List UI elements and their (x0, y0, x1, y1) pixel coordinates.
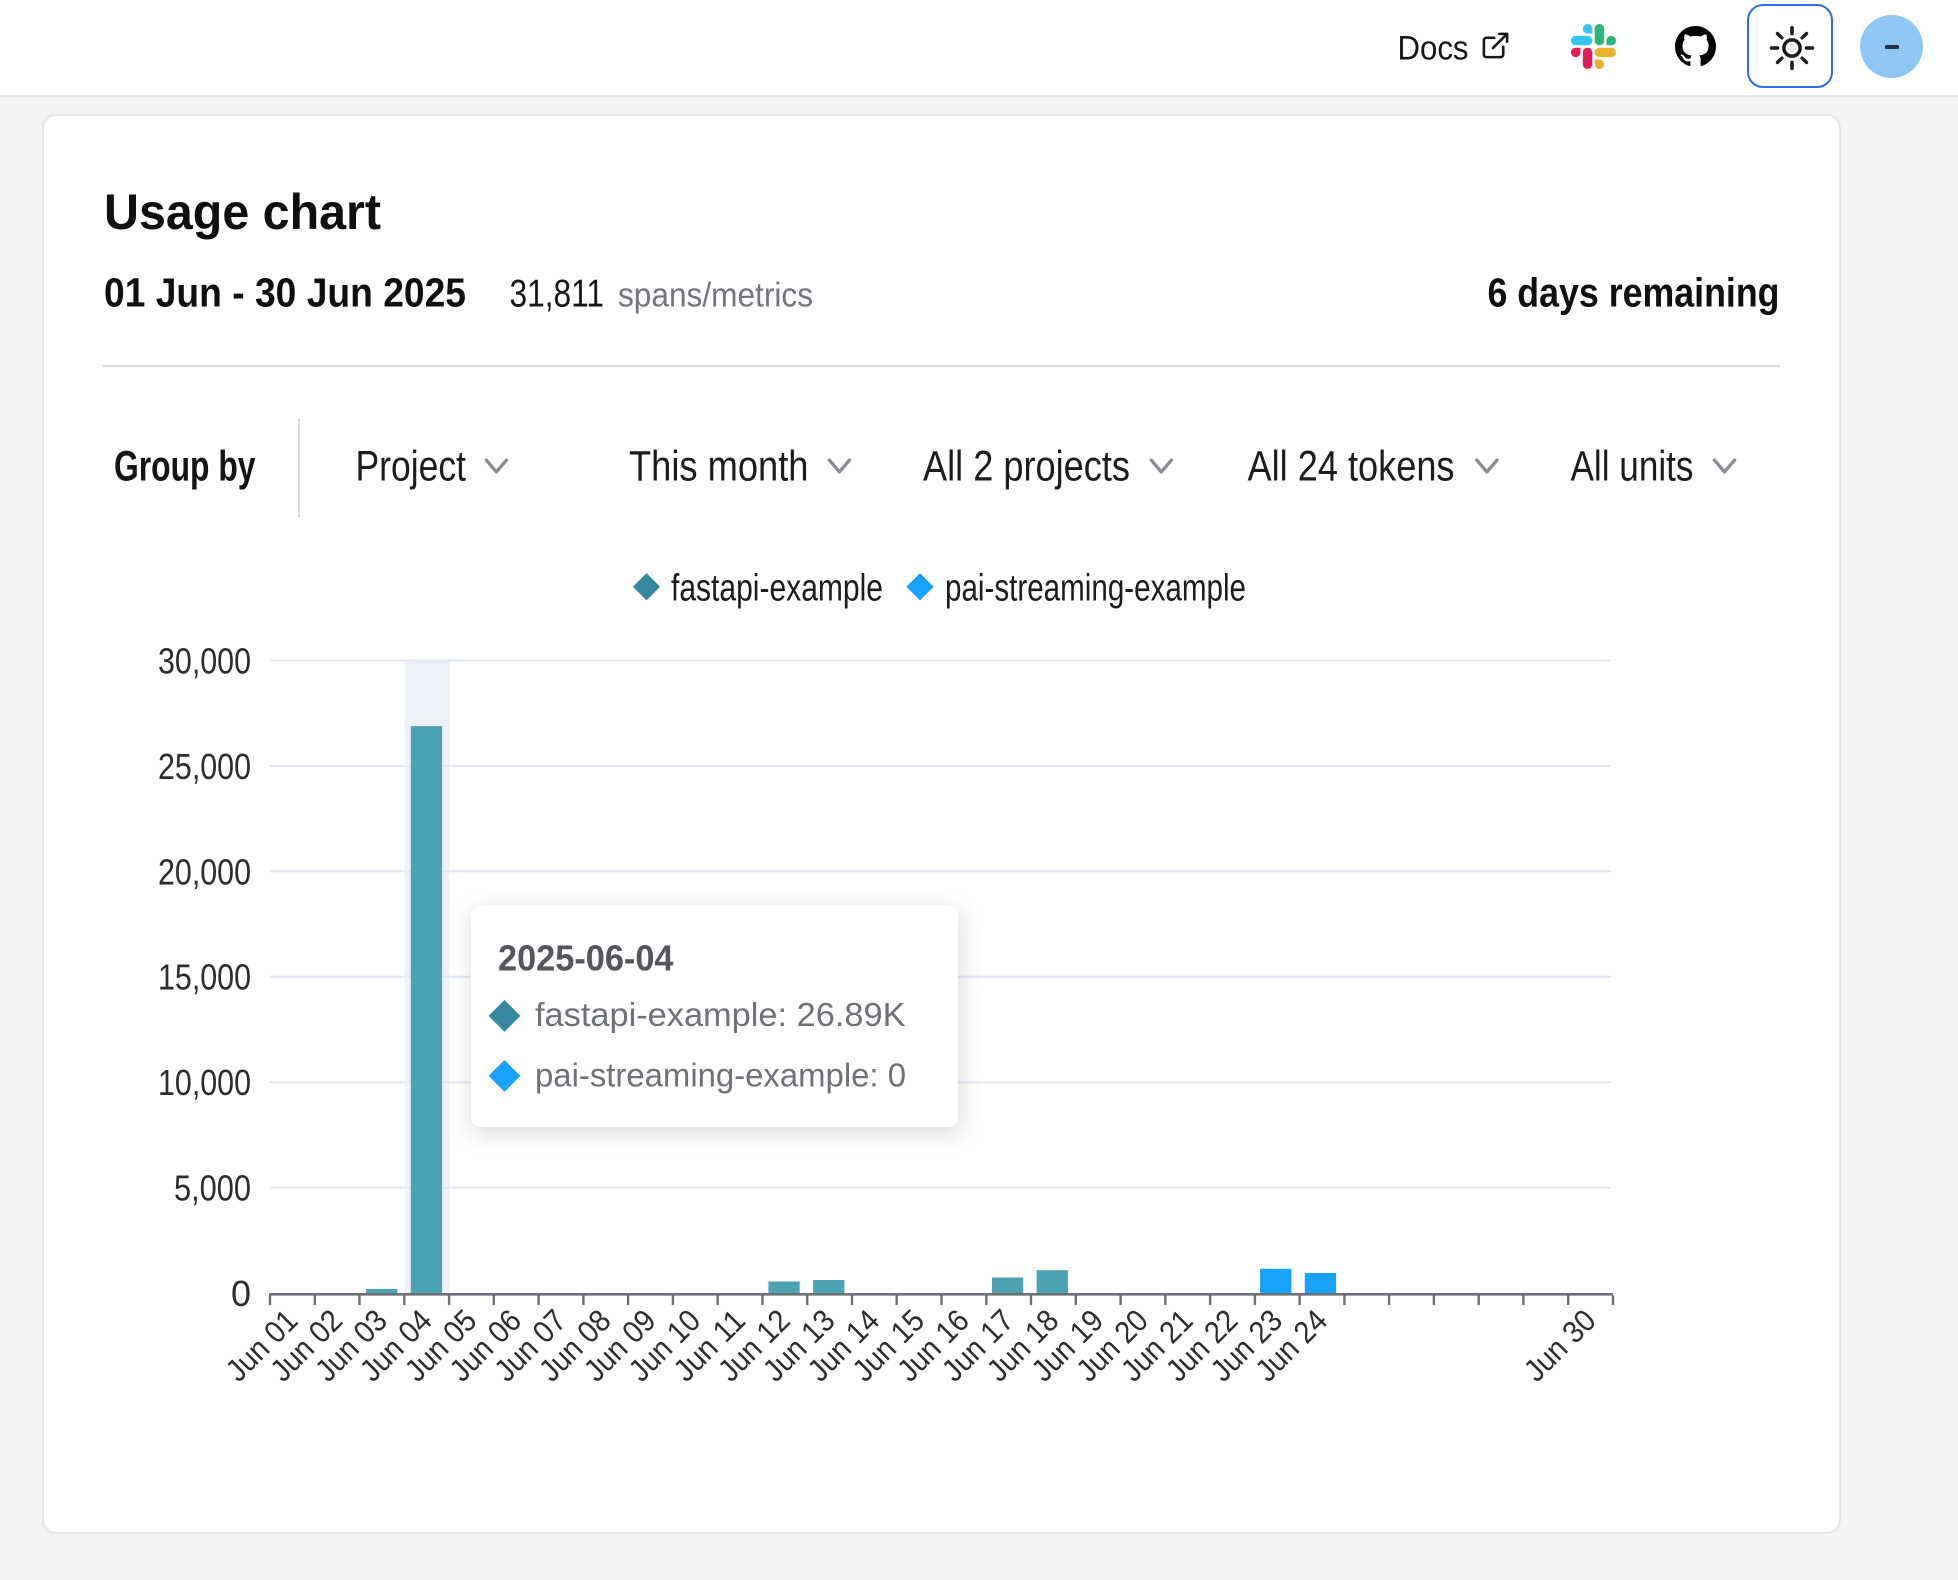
svg-text:pai-streaming-example: 0: pai-streaming-example: 0 (535, 1057, 906, 1094)
svg-text:Project: Project (356, 442, 467, 490)
svg-text:2025-06-04: 2025-06-04 (498, 938, 674, 979)
svg-text:fastapi-example: 26.89K: fastapi-example: 26.89K (535, 996, 906, 1033)
svg-text:This month: This month (629, 442, 809, 490)
svg-text:0: 0 (231, 1273, 251, 1314)
svg-text:15,000: 15,000 (158, 957, 251, 998)
svg-text:10,000: 10,000 (158, 1062, 251, 1103)
svg-text:pai-streaming-example: pai-streaming-example (945, 567, 1246, 609)
svg-text:30,000: 30,000 (158, 641, 251, 682)
svg-text:6 days remaining: 6 days remaining (1488, 270, 1780, 316)
svg-text:Docs: Docs (1398, 30, 1469, 68)
svg-text:spans/metrics: spans/metrics (618, 277, 813, 315)
svg-text:20,000: 20,000 (158, 851, 251, 892)
svg-text:All 2 projects: All 2 projects (923, 442, 1130, 490)
svg-text:5,000: 5,000 (174, 1168, 251, 1209)
svg-text:All units: All units (1571, 442, 1694, 490)
svg-text:Group by: Group by (114, 442, 256, 490)
svg-text:fastapi-example: fastapi-example (671, 567, 883, 609)
svg-text:Jun 30: Jun 30 (1517, 1303, 1603, 1389)
svg-text:25,000: 25,000 (158, 746, 251, 787)
svg-text:All 24 tokens: All 24 tokens (1248, 442, 1455, 490)
svg-text:31,811: 31,811 (510, 273, 605, 316)
svg-text:Usage chart: Usage chart (104, 184, 381, 240)
svg-text:01 Jun - 30 Jun 2025: 01 Jun - 30 Jun 2025 (104, 270, 466, 316)
